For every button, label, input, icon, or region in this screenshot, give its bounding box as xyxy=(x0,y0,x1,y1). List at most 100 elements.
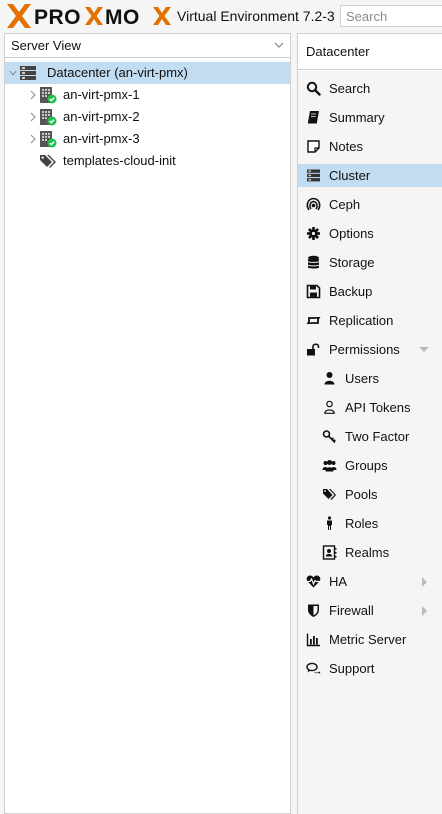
nav-item-storage[interactable]: Storage xyxy=(298,251,442,274)
retweet-icon xyxy=(306,317,321,324)
tree-item-node[interactable]: an-virt-pmx-2 xyxy=(5,106,290,128)
nav-item-firewall[interactable]: Firewall xyxy=(298,599,442,622)
server-icon xyxy=(307,169,320,182)
datacenter-icon xyxy=(20,66,36,80)
tags-icon xyxy=(323,489,336,500)
nav-item-label: Users xyxy=(345,371,379,386)
users-icon xyxy=(322,460,337,472)
node-online-icon xyxy=(40,109,57,126)
ceph-icon xyxy=(306,197,321,211)
nav-item-permissions[interactable]: Permissions xyxy=(298,338,442,361)
nav-item-label: Ceph xyxy=(329,197,361,212)
nav-item-label: Two Factor xyxy=(345,429,410,444)
expand-arrow-icon[interactable] xyxy=(29,112,37,122)
tree-item-node[interactable]: an-virt-pmx-1 xyxy=(5,84,290,106)
nav-item-label: Notes xyxy=(329,139,363,154)
nav-item-label: Firewall xyxy=(329,603,374,618)
user-outline-icon xyxy=(324,400,335,414)
resource-tree-panel: Server View Datacenter (an-virt-pmx) an-… xyxy=(4,33,291,814)
nav-item-metric-server[interactable]: Metric Server xyxy=(298,628,442,651)
nav-item-pools[interactable]: Pools xyxy=(298,483,442,506)
nav-item-label: API Tokens xyxy=(345,400,411,415)
note-icon xyxy=(307,140,320,153)
search-icon xyxy=(306,81,321,96)
collapse-arrow-icon[interactable] xyxy=(9,68,17,78)
tree-item-label: an-virt-pmx-3 xyxy=(63,131,140,146)
nav-item-label: Permissions xyxy=(329,342,400,357)
panel-title: Datacenter xyxy=(298,34,442,70)
node-online-icon xyxy=(40,87,57,104)
nav-item-label: HA xyxy=(329,574,348,589)
male-icon xyxy=(327,516,332,530)
nav-item-label: Replication xyxy=(329,313,394,328)
nav-item-ceph[interactable]: Ceph xyxy=(298,193,442,216)
nav-item-label: Groups xyxy=(345,458,388,473)
tree-item-label: Datacenter (an-virt-pmx) xyxy=(47,65,188,80)
nav-item-replication[interactable]: Replication xyxy=(298,309,442,332)
view-selector[interactable]: Server View xyxy=(5,34,290,58)
nav-item-cluster[interactable]: Cluster xyxy=(298,164,442,187)
nav-item-search[interactable]: Search xyxy=(298,77,442,100)
comments-icon xyxy=(306,662,321,674)
nav-item-support[interactable]: Support xyxy=(298,657,442,680)
panel-title-text: Datacenter xyxy=(306,44,370,59)
config-nav-menu: Search Summary Notes Cluster Ceph Option… xyxy=(298,71,442,814)
nav-item-two-factor[interactable]: Two Factor xyxy=(298,425,442,448)
floppy-icon xyxy=(306,284,321,299)
node-online-icon xyxy=(40,131,57,148)
nav-item-roles[interactable]: Roles xyxy=(298,512,442,535)
global-search-input[interactable] xyxy=(340,5,442,27)
book-icon xyxy=(308,111,319,124)
nav-item-backup[interactable]: Backup xyxy=(298,280,442,303)
heartbeat-icon xyxy=(306,575,321,588)
nav-item-label: Support xyxy=(329,661,375,676)
tree-item-datacenter[interactable]: Datacenter (an-virt-pmx) xyxy=(5,62,290,84)
user-icon xyxy=(324,372,335,385)
tree-item-pool[interactable]: templates-cloud-init xyxy=(5,150,290,172)
shield-icon xyxy=(308,604,319,617)
config-panel: Datacenter Search Summary Notes Cluster … xyxy=(297,33,442,814)
nav-item-label: Metric Server xyxy=(329,632,407,647)
bar-chart-icon xyxy=(306,633,320,647)
nav-item-ha[interactable]: HA xyxy=(298,570,442,593)
tree-item-label: an-virt-pmx-2 xyxy=(63,109,140,124)
nav-item-label: Search xyxy=(329,81,371,96)
nav-item-options[interactable]: Options xyxy=(298,222,442,245)
nav-item-label: Storage xyxy=(329,255,375,270)
nav-item-label: Realms xyxy=(345,545,390,560)
address-book-icon xyxy=(322,545,337,560)
nav-item-realms[interactable]: Realms xyxy=(298,541,442,564)
gear-icon xyxy=(307,227,320,240)
tags-icon xyxy=(40,155,56,168)
triangle-down-icon[interactable] xyxy=(419,345,429,355)
nav-item-label: Backup xyxy=(329,284,373,299)
nav-item-users[interactable]: Users xyxy=(298,367,442,390)
database-icon xyxy=(308,255,319,269)
view-selector-value: Server View xyxy=(11,38,81,53)
tree-item-label: templates-cloud-init xyxy=(63,153,176,168)
nav-item-label: Options xyxy=(329,226,374,241)
nav-item-notes[interactable]: Notes xyxy=(298,135,442,158)
nav-item-summary[interactable]: Summary xyxy=(298,106,442,129)
tree-item-label: an-virt-pmx-1 xyxy=(63,87,140,102)
chevron-down-icon xyxy=(274,42,284,48)
key-icon xyxy=(322,430,336,444)
nav-item-label: Roles xyxy=(345,516,379,531)
nav-item-label: Summary xyxy=(329,110,385,125)
unlock-icon xyxy=(307,343,320,356)
triangle-right-icon[interactable] xyxy=(420,606,430,616)
nav-item-groups[interactable]: Groups xyxy=(298,454,442,477)
tree-item-node[interactable]: an-virt-pmx-3 xyxy=(5,128,290,150)
nav-item-label: Cluster xyxy=(329,168,371,183)
svg-text:MO: MO xyxy=(105,6,140,29)
nav-item-label: Pools xyxy=(345,487,378,502)
resource-tree: Datacenter (an-virt-pmx) an-virt-pmx-1 a… xyxy=(5,62,290,172)
expand-arrow-icon[interactable] xyxy=(29,90,37,100)
version-label: Virtual Environment 7.2-3 xyxy=(177,8,335,24)
nav-item-api-tokens[interactable]: API Tokens xyxy=(298,396,442,419)
proxmox-logo[interactable]: PRO MO xyxy=(6,3,174,29)
top-header: PRO MO Virtual Environment 7.2-3 xyxy=(0,0,442,31)
expand-arrow-icon[interactable] xyxy=(29,134,37,144)
triangle-right-icon[interactable] xyxy=(420,577,430,587)
svg-text:PRO: PRO xyxy=(34,6,81,29)
